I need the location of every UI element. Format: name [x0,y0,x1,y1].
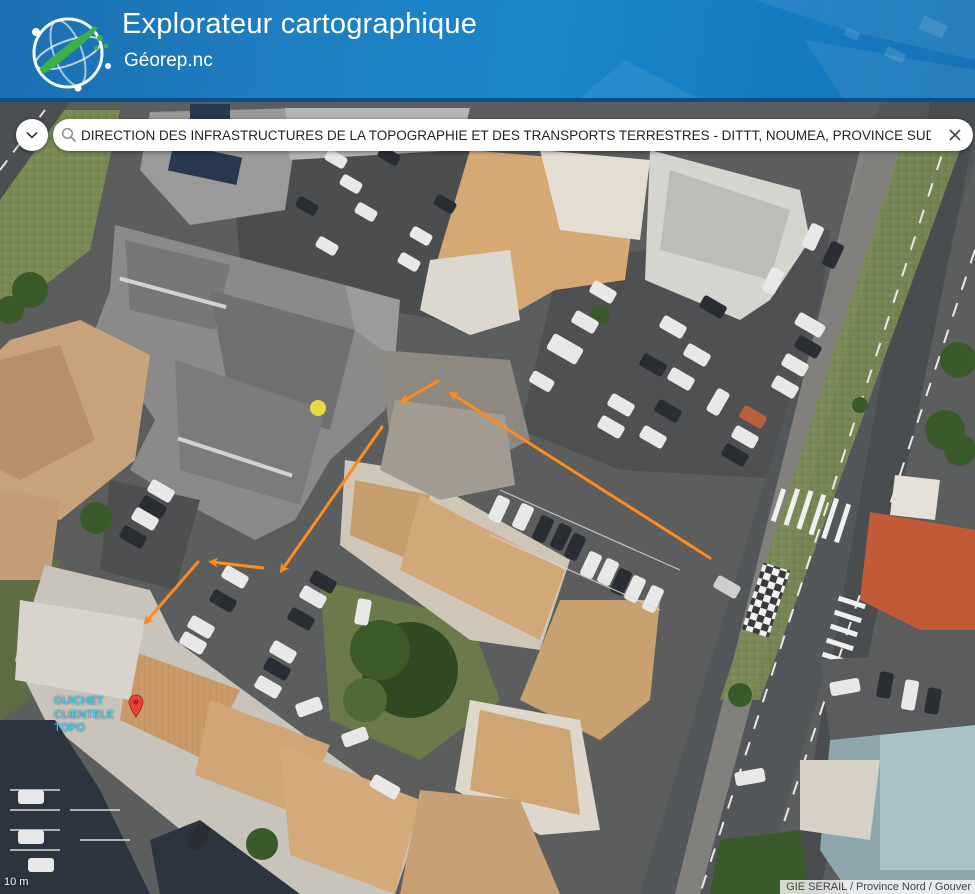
map-view[interactable]: GUICHET CLIENTELE TOPO 10 m GIE SERAIL / P… [0,102,975,894]
annotation-line: CLIENTELE [54,708,114,721]
route-arrow [208,557,265,570]
route-arrow [448,391,712,560]
search-bar[interactable] [53,119,973,151]
route-arrow [143,560,200,626]
app-header: Explorateur cartographique Géorep.nc [0,0,975,102]
search-input[interactable] [81,123,931,147]
chevron-down-icon [26,131,38,139]
route-arrow [279,425,384,574]
annotation-line: GUICHET [54,695,104,707]
route-arrow [399,379,440,403]
close-icon[interactable] [947,127,963,143]
guichet-annotation: GUICHET CLIENTELE TOPO [54,695,114,736]
map-attribution: GIE SERAIL / Province Nord / Gouver [780,880,975,894]
search-icon [61,127,77,143]
georep-globe-logo [32,17,111,92]
route-arrows [143,379,712,626]
map-pin-icon[interactable] [128,694,144,718]
app-title: Explorateur cartographique [122,8,478,40]
app-subtitle: Géorep.nc [124,50,213,71]
panel-toggle-button[interactable] [16,119,48,151]
annotation-line: TOPO [54,722,85,734]
scale-label: 10 m [4,876,29,888]
